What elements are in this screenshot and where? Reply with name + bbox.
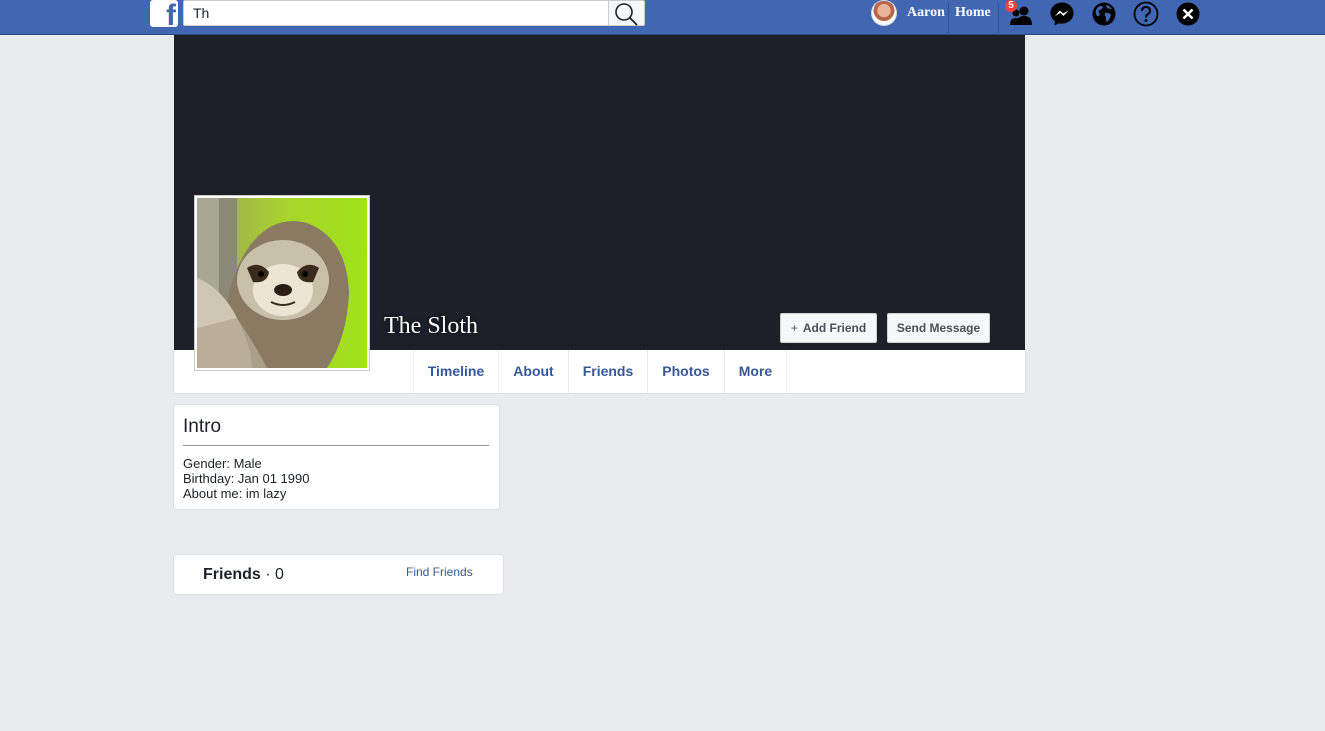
- notifications-globe-icon[interactable]: [1091, 1, 1117, 27]
- tab-about[interactable]: About: [499, 350, 569, 393]
- add-friend-button[interactable]: + Add Friend: [780, 313, 877, 343]
- user-name: Aaron: [907, 5, 945, 20]
- search-input[interactable]: [183, 0, 609, 26]
- facebook-logo[interactable]: f: [150, 0, 178, 32]
- friends-separator: ·: [260, 566, 276, 583]
- send-message-button[interactable]: Send Message: [887, 313, 990, 343]
- friends-card-title: Friends · 0: [203, 566, 284, 584]
- send-message-label: Send Message: [896, 321, 981, 335]
- search-button[interactable]: [609, 0, 645, 26]
- profile-name: The Sloth: [384, 313, 478, 339]
- home-link[interactable]: Home: [955, 5, 991, 21]
- top-navigation-bar: f Aaron Home 5: [0, 0, 1325, 35]
- tab-more[interactable]: More: [725, 350, 787, 393]
- profile-picture[interactable]: [194, 195, 370, 371]
- friends-label[interactable]: Friends: [203, 566, 261, 583]
- search-icon: [615, 3, 638, 26]
- avatar: [872, 1, 896, 25]
- profile-picture-image: [197, 198, 367, 368]
- add-friend-label: Add Friend: [802, 321, 867, 335]
- tab-timeline[interactable]: Timeline: [413, 350, 499, 393]
- help-icon[interactable]: [1133, 1, 1159, 27]
- plus-icon: +: [790, 321, 798, 335]
- sloth-image: [197, 198, 367, 368]
- intro-card: Intro Gender: Male Birthday: Jan 01 1990…: [173, 404, 500, 510]
- intro-birthday: Birthday: Jan 01 1990: [183, 471, 310, 486]
- friends-card: Friends · 0 Find Friends: [173, 554, 504, 595]
- tab-photos[interactable]: Photos: [648, 350, 725, 393]
- friends-count: 0: [275, 566, 284, 583]
- intro-about-me: About me: im lazy: [183, 486, 287, 501]
- nav-divider: [998, 3, 999, 33]
- intro-divider: [183, 445, 489, 446]
- find-friends-link[interactable]: Find Friends: [406, 565, 473, 579]
- nav-divider: [948, 3, 949, 33]
- logo-letter: f: [166, 0, 176, 32]
- intro-title: Intro: [183, 416, 222, 437]
- messenger-icon[interactable]: [1049, 1, 1075, 27]
- friend-requests-badge: 5: [1005, 0, 1017, 12]
- intro-gender: Gender: Male: [183, 456, 262, 471]
- tab-friends[interactable]: Friends: [569, 350, 648, 393]
- close-icon[interactable]: [1175, 1, 1201, 27]
